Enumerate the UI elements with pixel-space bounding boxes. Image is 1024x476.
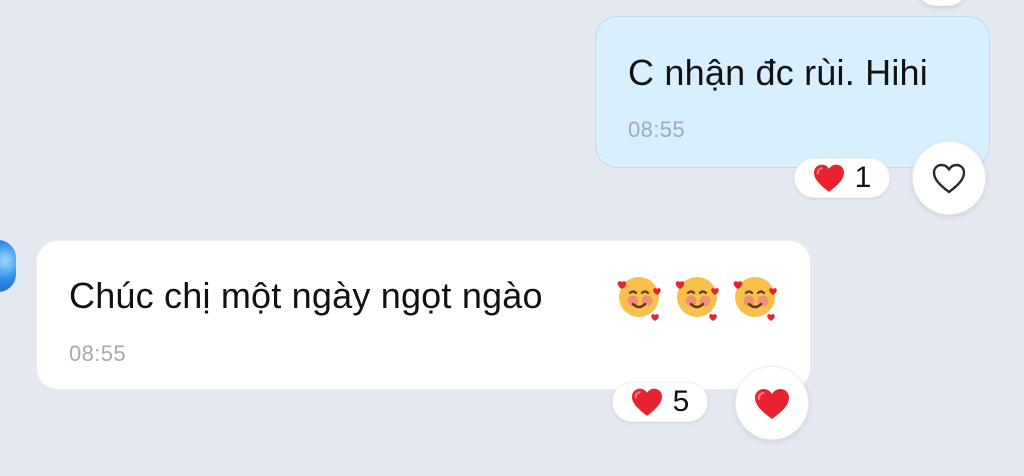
message-time: 08:55 [69, 341, 127, 366]
reaction-count: 5 [672, 385, 690, 418]
emoji-group [615, 271, 783, 323]
react-heart-button[interactable] [912, 141, 986, 215]
react-heart-button[interactable] [735, 366, 809, 440]
reaction-summary[interactable]: 5 [612, 382, 708, 422]
reaction-count: 1 [854, 161, 872, 194]
smiling-face-with-hearts-icon [615, 271, 667, 323]
received-message-bubble[interactable]: Chúc chị một ngày ngọt ngào 08:55 [36, 240, 811, 390]
heart-filled-icon [751, 384, 793, 422]
message-text: Chúc chị một ngày ngọt ngào [69, 275, 543, 316]
smiling-face-with-hearts-icon [731, 271, 783, 323]
red-heart-icon [811, 163, 847, 193]
reaction-summary[interactable]: 1 [794, 158, 890, 198]
heart-outline-icon [929, 160, 969, 196]
message-time: 08:55 [628, 117, 686, 142]
contact-avatar[interactable] [0, 238, 18, 294]
message-text: C nhận đc rùi. Hihi [628, 52, 928, 93]
red-heart-icon [629, 387, 665, 417]
top-reaction-button-partial[interactable] [916, 0, 968, 6]
smiling-face-with-hearts-icon [673, 271, 725, 323]
